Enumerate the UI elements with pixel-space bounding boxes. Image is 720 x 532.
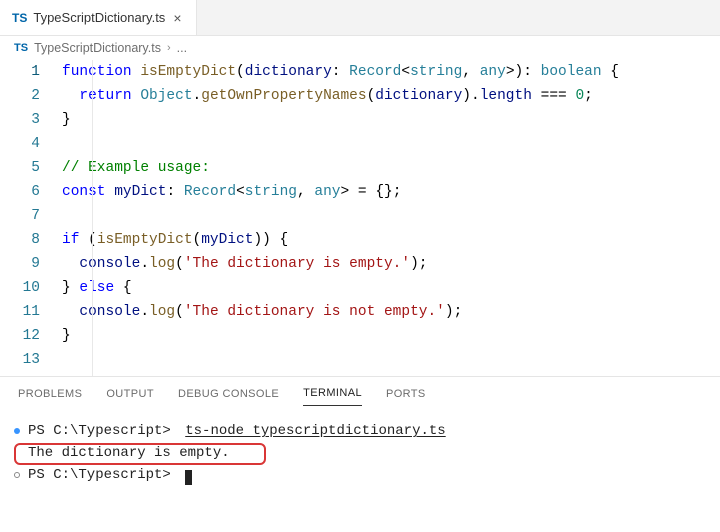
token-keyword: function	[62, 64, 132, 80]
tab-terminal[interactable]: TERMINAL	[303, 381, 362, 406]
breadcrumb[interactable]: TS TypeScriptDictionary.ts › ...	[0, 36, 720, 60]
code-line[interactable]: // Example usage:	[62, 156, 720, 180]
terminal-line: PS C:\Typescript> ts-node typescriptdict…	[14, 420, 706, 442]
code-line[interactable]: return Object.getOwnPropertyNames(dictio…	[62, 84, 720, 108]
line-number: 2	[0, 84, 40, 108]
cursor-icon	[185, 470, 192, 485]
line-number: 12	[0, 324, 40, 348]
code-line[interactable]: if (isEmptyDict(myDict)) {	[62, 228, 720, 252]
close-icon[interactable]: ×	[171, 10, 183, 26]
breadcrumb-file: TypeScriptDictionary.ts	[34, 41, 161, 55]
line-number: 4	[0, 132, 40, 156]
tab-debug-console[interactable]: DEBUG CONSOLE	[178, 382, 279, 406]
breadcrumb-tail: ...	[177, 41, 187, 55]
code-area[interactable]: function isEmptyDict(dictionary: Record<…	[52, 60, 720, 376]
tab-problems[interactable]: PROBLEMS	[18, 382, 82, 406]
terminal-prompt: PS C:\Typescript>	[28, 464, 179, 486]
editor-tab[interactable]: TS TypeScriptDictionary.ts ×	[0, 0, 197, 35]
line-number: 13	[0, 348, 40, 372]
tab-bar: TS TypeScriptDictionary.ts ×	[0, 0, 720, 36]
code-line[interactable]	[62, 348, 720, 372]
typescript-icon: TS	[12, 11, 27, 25]
terminal-output: The dictionary is empty.	[28, 442, 230, 464]
code-line[interactable]: console.log('The dictionary is not empty…	[62, 300, 720, 324]
dot-icon	[14, 428, 20, 434]
line-number: 7	[0, 204, 40, 228]
line-number: 10	[0, 276, 40, 300]
line-gutter: 1 2 3 4 5 6 7 8 9 10 11 12 13	[0, 60, 52, 376]
indent-guide	[92, 60, 93, 376]
code-editor[interactable]: 1 2 3 4 5 6 7 8 9 10 11 12 13 function i…	[0, 60, 720, 376]
code-line[interactable]: const myDict: Record<string, any> = {};	[62, 180, 720, 204]
line-number: 5	[0, 156, 40, 180]
line-number: 1	[0, 60, 40, 84]
panel-tab-bar: PROBLEMS OUTPUT DEBUG CONSOLE TERMINAL P…	[0, 376, 720, 410]
terminal-command: ts-node typescriptdictionary.ts	[185, 420, 445, 442]
tab-ports[interactable]: PORTS	[386, 382, 426, 406]
terminal-panel[interactable]: PS C:\Typescript> ts-node typescriptdict…	[0, 410, 720, 494]
code-line[interactable]: function isEmptyDict(dictionary: Record<…	[62, 60, 720, 84]
code-line[interactable]: console.log('The dictionary is empty.');	[62, 252, 720, 276]
token-fn: isEmptyDict	[140, 64, 236, 80]
terminal-line: PS C:\Typescript>	[14, 464, 706, 486]
terminal-line: The dictionary is empty.	[14, 442, 706, 464]
line-number: 3	[0, 108, 40, 132]
line-number: 8	[0, 228, 40, 252]
code-line[interactable]: }	[62, 324, 720, 348]
code-line[interactable]	[62, 204, 720, 228]
line-number: 9	[0, 252, 40, 276]
code-line[interactable]: } else {	[62, 276, 720, 300]
chevron-right-icon: ›	[167, 42, 171, 54]
tab-output[interactable]: OUTPUT	[106, 382, 154, 406]
typescript-icon: TS	[14, 42, 28, 54]
line-number: 11	[0, 300, 40, 324]
line-number: 6	[0, 180, 40, 204]
code-line[interactable]: }	[62, 108, 720, 132]
tab-filename: TypeScriptDictionary.ts	[33, 10, 165, 25]
code-line[interactable]	[62, 132, 720, 156]
terminal-prompt: PS C:\Typescript>	[28, 420, 179, 442]
dot-icon	[14, 472, 20, 478]
